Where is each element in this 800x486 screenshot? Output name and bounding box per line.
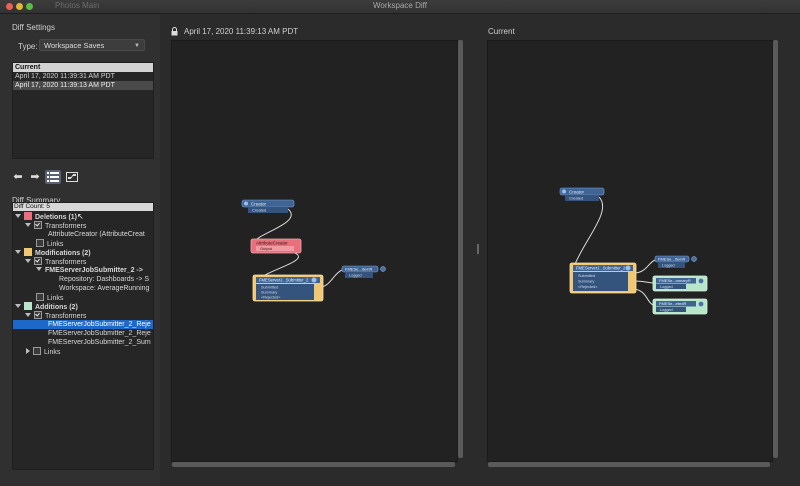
modification-swatch [24, 248, 32, 256]
node-port: <Rejected> [578, 285, 598, 289]
node-title: FMESe...etedR [659, 301, 686, 306]
tree-additions-links[interactable]: Links [26, 347, 60, 356]
node-port: Output [260, 246, 273, 251]
left-node-creator[interactable]: Creator Created [241, 199, 295, 213]
disclosure-down-icon[interactable] [25, 259, 31, 263]
node-port: Created [569, 196, 583, 201]
right-node-logger-1[interactable]: FMESe...ItemR Logged [654, 255, 697, 268]
node-title: Creator [251, 202, 267, 207]
node-title: FMEServerJ...Submitter_2 [259, 278, 309, 283]
deletion-swatch [24, 212, 32, 220]
right-node-logger-3[interactable]: FMESe...etedR Logged [652, 298, 708, 315]
left-canvas-title: April 17, 2020 11:39:13 AM PDT [184, 27, 299, 36]
diff-count: Diff Count: 5 [13, 203, 153, 211]
left-vertical-scrollbar[interactable] [458, 40, 463, 458]
tree-modifications[interactable]: Modifications (2) [15, 248, 91, 257]
right-node-logger-2[interactable]: FMESe...mmaryR Logged [652, 275, 708, 292]
mouse-cursor-icon: ↖ [77, 212, 84, 221]
right-node-creator[interactable]: Creator Created [559, 187, 605, 201]
node-port: Logged [662, 264, 675, 268]
tree-deletions-transformers[interactable]: Transformers [25, 221, 86, 230]
right-link-fme-l3 [633, 288, 656, 307]
node-title: FMESe...ItemR [345, 266, 372, 271]
disclosure-right-icon[interactable] [26, 348, 30, 354]
saves-list[interactable]: Current April 17, 2020 11:39:31 AM PDT A… [12, 62, 154, 159]
right-canvas[interactable]: Creator Created FMEServerJ...Submitter_2… [487, 40, 773, 462]
title-bar: Photos Main Workspace Diff [0, 0, 800, 14]
disclosure-down-icon[interactable] [36, 267, 42, 271]
tree-modified-fmeserverjobsubmitter[interactable]: FMEServerJobSubmitter_2 -> [36, 266, 143, 275]
node-title: FMEServerJ...Submitter_2 [576, 266, 626, 271]
left-node-attributecreator[interactable]: AttributeCreator Output [250, 238, 302, 254]
arrow-left-icon[interactable]: ⬅ [12, 170, 24, 184]
node-port: Submitted [578, 274, 595, 278]
right-link-fme-l1 [633, 259, 656, 274]
tree-item-added[interactable]: FMEServerJobSubmitter_2_Sum [48, 338, 151, 347]
type-label: Type: [18, 42, 38, 51]
tree-deletions-links[interactable]: Links [36, 239, 63, 248]
tree-additions-transformers[interactable]: Transformers [25, 311, 86, 320]
right-vertical-scrollbar[interactable] [773, 40, 778, 458]
checkbox-icon[interactable] [36, 293, 44, 301]
tree-additions[interactable]: Additions (2) [15, 302, 78, 311]
left-node-fmeserverjobsubmitter[interactable]: FMEServerJ...Submitter_2 Submitted Summa… [252, 274, 324, 302]
addition-swatch [24, 302, 32, 310]
disclosure-down-icon[interactable] [25, 313, 31, 317]
saves-list-item[interactable]: April 17, 2020 11:39:31 AM PDT [13, 72, 153, 81]
left-workspace-graph[interactable]: Creator Created AttributeCreator Output … [172, 41, 457, 461]
list-view-icon[interactable] [45, 170, 61, 184]
tree-modifications-links[interactable]: Links [36, 293, 63, 302]
right-horizontal-scrollbar[interactable] [488, 462, 770, 467]
saves-list-item-selected[interactable]: April 17, 2020 11:39:13 AM PDT [13, 81, 153, 90]
disclosure-down-icon[interactable] [15, 304, 21, 308]
right-node-fmeserverjobsubmitter[interactable]: FMEServerJ...Submitter_2 Submitted Summa… [569, 262, 637, 294]
left-horizontal-scrollbar[interactable] [172, 462, 455, 467]
tree-modifications-transformers[interactable]: Transformers [25, 257, 86, 266]
graph-view-icon[interactable] [64, 170, 80, 184]
tree-deletions[interactable]: Deletions (1) [15, 212, 77, 221]
pane-splitter-handle[interactable] [477, 244, 479, 254]
arrow-right-icon[interactable]: ➡ [29, 170, 41, 184]
left-link-creator-attr [256, 208, 292, 240]
node-title: FMESe...ItemR [658, 256, 685, 261]
node-port: Submitted [261, 286, 278, 290]
node-port: Summary [578, 280, 594, 284]
tree-detail-workspace[interactable]: Workspace: AverageRunning [59, 284, 149, 293]
left-node-logger[interactable]: FMESe...ItemR Logged [341, 265, 386, 278]
right-link-creator-fme [572, 196, 604, 270]
tree-item-attributecreator[interactable]: AttributeCreator (AttributeCreat [48, 230, 145, 239]
node-port: Logged [660, 308, 673, 312]
type-select-value: Workspace Saves [44, 41, 105, 50]
type-select[interactable]: Workspace Saves ▼ [39, 39, 145, 51]
disclosure-down-icon[interactable] [15, 250, 21, 254]
disclosure-down-icon[interactable] [25, 223, 31, 227]
node-port: Created [252, 208, 266, 213]
tree-detail-repository[interactable]: Repository: Dashboards -> S [59, 275, 149, 284]
window-title: Workspace Diff [373, 1, 427, 10]
right-workspace-graph[interactable]: Creator Created FMEServerJ...Submitter_2… [488, 41, 772, 461]
node-title: AttributeCreator [256, 241, 288, 246]
saves-list-header[interactable]: Current [13, 63, 153, 72]
tree-item-added[interactable]: FMEServerJobSubmitter_2_Reje [48, 329, 151, 338]
disclosure-down-icon[interactable] [15, 214, 21, 218]
checkbox-icon[interactable] [36, 239, 44, 247]
checkbox-checked-icon[interactable] [34, 311, 42, 319]
right-canvas-title: Current [488, 27, 515, 36]
diff-settings-label: Diff Settings [12, 23, 55, 32]
node-title: FMESe...mmaryR [659, 278, 691, 283]
lock-icon [171, 27, 178, 36]
checkbox-checked-icon[interactable] [34, 221, 42, 229]
tree-item-added-selected[interactable]: FMEServerJobSubmitter_2_Reje [13, 320, 153, 329]
checkbox-icon[interactable] [33, 347, 41, 355]
node-port: Logged [349, 274, 362, 278]
node-port: Summary [261, 291, 277, 295]
left-canvas[interactable]: Creator Created AttributeCreator Output … [171, 40, 458, 462]
node-port: Logged [660, 285, 673, 289]
node-port: <Rejected> [261, 296, 281, 300]
chevron-down-icon: ▼ [134, 43, 140, 49]
diff-tree[interactable]: Diff Count: 5 Deletions (1) Transformers… [12, 202, 154, 470]
right-link-fme-l2 [633, 280, 656, 284]
checkbox-checked-icon[interactable] [34, 257, 42, 265]
node-title: Creator [569, 190, 585, 195]
